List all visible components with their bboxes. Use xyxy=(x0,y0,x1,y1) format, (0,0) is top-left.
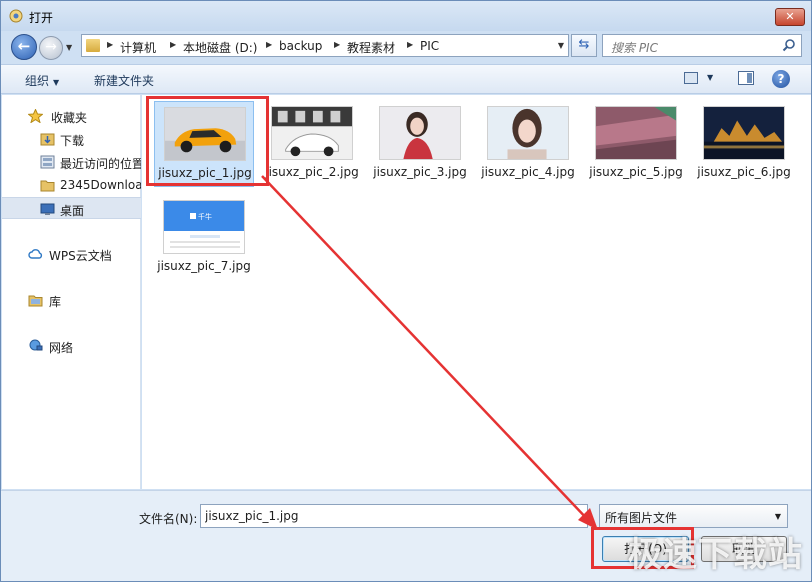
file-item[interactable]: jisuxz_pic_4.jpg xyxy=(478,101,578,187)
close-button[interactable]: ✕ xyxy=(775,8,805,26)
sidebar-item-recent[interactable]: 最近访问的位置 xyxy=(2,151,141,173)
preview-pane-icon[interactable] xyxy=(738,71,754,85)
help-icon[interactable]: ? xyxy=(772,70,790,88)
network-icon xyxy=(29,339,43,351)
file-name: jisuxz_pic_6.jpg xyxy=(697,165,791,179)
breadcrumb-pic[interactable]: PIC xyxy=(420,39,439,53)
thumbnail-portrait xyxy=(487,106,569,160)
download-folder-icon xyxy=(40,133,55,146)
view-dropdown[interactable]: ▼ xyxy=(707,73,713,82)
file-name: jisuxz_pic_5.jpg xyxy=(589,165,683,179)
sidebar-item-label: 2345Downloads xyxy=(60,178,141,192)
breadcrumb-tutorial[interactable]: 教程素材 xyxy=(347,39,395,56)
forward-button[interactable]: → xyxy=(39,36,63,60)
selected-file-highlight xyxy=(146,96,269,186)
refresh-icon: ⇆ xyxy=(578,37,590,52)
recent-pages-dropdown[interactable]: ▼ xyxy=(66,43,76,52)
sidebar-item-label: 库 xyxy=(49,295,62,309)
folder-icon xyxy=(40,180,55,192)
desktop-icon xyxy=(40,203,55,215)
sidebar-item-label: 最近访问的位置 xyxy=(60,157,141,171)
open-file-dialog: 打开 ✕ ← → ▼ ▶ 计算机 ▶ 本地磁盘 (D:) ▶ backup ▶ … xyxy=(0,0,812,582)
file-item[interactable]: 千牛 jisuxz_pic_7.jpg xyxy=(154,195,254,281)
library-icon xyxy=(28,295,43,307)
navigation-bar: ← → ▼ ▶ 计算机 ▶ 本地磁盘 (D:) ▶ backup ▶ 教程素材 … xyxy=(1,31,811,63)
chevron-down-icon: ▼ xyxy=(53,78,60,87)
file-name-label: 文件名(N): xyxy=(139,512,198,526)
sidebar-item-desktop[interactable]: 桌面 xyxy=(2,197,141,219)
thumbnail-showroom xyxy=(271,106,353,160)
sidebar-item-favorites[interactable]: 收藏夹 xyxy=(2,105,141,127)
file-item[interactable]: jisuxz_pic_3.jpg xyxy=(370,101,470,187)
chevron-right-icon[interactable]: ▶ xyxy=(107,40,113,49)
thumbnail-brand-text: 千牛 xyxy=(198,213,212,221)
sidebar-item-label: 网络 xyxy=(49,341,74,355)
file-type-value: 所有图片文件 xyxy=(605,511,678,525)
address-history-dropdown[interactable]: ▼ xyxy=(558,41,564,50)
thumbnail-webpage: 千牛 xyxy=(163,200,245,254)
webpage-graphic xyxy=(164,201,244,248)
star-icon xyxy=(28,109,43,123)
file-name: jisuxz_pic_7.jpg xyxy=(157,259,251,273)
file-name: jisuxz_pic_4.jpg xyxy=(481,165,575,179)
window-title: 打开 xyxy=(29,11,54,25)
thumbnail-aerial xyxy=(595,106,677,160)
chevron-right-icon[interactable]: ▶ xyxy=(334,40,340,49)
thumbnail-portrait xyxy=(379,106,461,160)
sidebar-item-label: 下载 xyxy=(60,134,85,148)
sidebar-item-wps-cloud[interactable]: WPS云文档 xyxy=(2,243,141,265)
search-box[interactable]: 搜索 PIC xyxy=(602,34,802,57)
navigation-pane: 收藏夹 下载 最近访问的位置 2345Downloads 桌面 WPS云文档 库 xyxy=(2,95,141,489)
sidebar-item-network[interactable]: 网络 xyxy=(2,335,141,357)
file-name-input[interactable] xyxy=(200,504,588,528)
breadcrumb-drive[interactable]: 本地磁盘 (D:) xyxy=(183,39,257,56)
sidebar-item-label: 桌面 xyxy=(60,204,85,218)
file-name: jisuxz_pic_3.jpg xyxy=(373,165,467,179)
sidebar-item-libraries[interactable]: 库 xyxy=(2,289,141,311)
file-item[interactable]: jisuxz_pic_2.jpg xyxy=(262,101,362,187)
arrow-right-icon: → xyxy=(45,39,57,55)
breadcrumb-computer[interactable]: 计算机 xyxy=(120,39,156,56)
chevron-right-icon[interactable]: ▶ xyxy=(170,40,176,49)
cloud-icon xyxy=(28,249,43,259)
organize-label: 组织 xyxy=(25,74,50,88)
file-item[interactable]: jisuxz_pic_6.jpg xyxy=(694,101,794,187)
command-bar: 组织 ▼ 新建文件夹 ▼ ? xyxy=(1,64,811,94)
organize-menu[interactable]: 组织 ▼ xyxy=(25,72,59,89)
address-bar[interactable]: ▶ 计算机 ▶ 本地磁盘 (D:) ▶ backup ▶ 教程素材 ▶ PIC … xyxy=(81,34,569,57)
file-name: jisuxz_pic_2.jpg xyxy=(265,165,359,179)
chevron-right-icon[interactable]: ▶ xyxy=(266,40,272,49)
back-button[interactable]: ← xyxy=(11,34,37,60)
folder-icon xyxy=(86,39,100,52)
search-input[interactable]: 搜索 PIC xyxy=(611,39,658,56)
file-type-select[interactable]: 所有图片文件 ▼ xyxy=(599,504,788,528)
title-bar: 打开 ✕ xyxy=(1,1,811,31)
file-item[interactable]: jisuxz_pic_5.jpg xyxy=(586,101,686,187)
refresh-button[interactable]: ⇆ xyxy=(571,34,597,57)
sidebar-item-label: WPS云文档 xyxy=(49,249,112,263)
thumbnail-night-city xyxy=(703,106,785,160)
arrow-left-icon: ← xyxy=(17,37,31,55)
sidebar-item-2345downloads[interactable]: 2345Downloads xyxy=(2,174,141,196)
close-icon: ✕ xyxy=(785,10,795,23)
view-options-icon[interactable] xyxy=(684,72,698,84)
breadcrumb-backup[interactable]: backup xyxy=(279,39,322,53)
watermark-text: 极速下载站 xyxy=(628,535,803,575)
sidebar-item-downloads[interactable]: 下载 xyxy=(2,128,141,150)
sidebar-item-label: 收藏夹 xyxy=(51,111,88,125)
recent-places-icon xyxy=(40,155,55,169)
app-icon xyxy=(9,9,23,23)
chevron-right-icon[interactable]: ▶ xyxy=(407,40,413,49)
search-icon[interactable] xyxy=(782,38,796,52)
chevron-down-icon: ▼ xyxy=(774,512,781,521)
new-folder-button[interactable]: 新建文件夹 xyxy=(94,72,154,89)
